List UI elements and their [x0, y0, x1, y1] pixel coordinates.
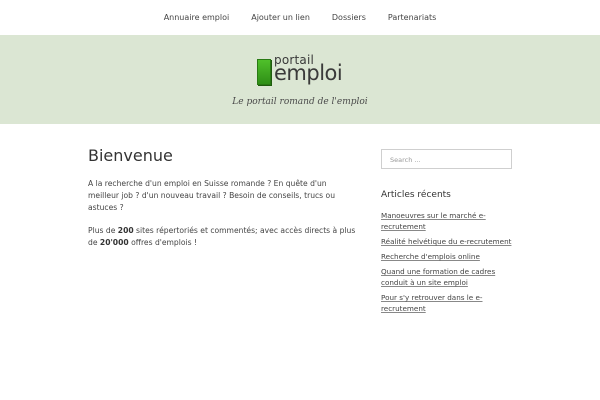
list-item: Quand une formation de cadres conduit à …	[381, 266, 512, 288]
stats-offers-count: 20'000	[99, 238, 129, 247]
stats-sites-count: 200	[117, 226, 134, 235]
stats-text-pre: Plus de	[88, 226, 118, 235]
nav-item-dossiers[interactable]: Dossiers	[332, 13, 366, 22]
search-input[interactable]: Search ...	[381, 149, 512, 169]
recent-article-link[interactable]: Manoeuvres sur le marché e-recrutement	[381, 211, 486, 231]
recent-articles-list: Manoeuvres sur le marché e-recrutement R…	[381, 210, 512, 314]
nav-item-annuaire-emploi[interactable]: Annuaire emploi	[164, 13, 230, 22]
sidebar: Search ... Articles récents Manoeuvres s…	[381, 149, 512, 318]
top-navigation: Annuaire emploi Ajouter un lien Dossiers…	[0, 0, 600, 35]
nav-item-ajouter-un-lien[interactable]: Ajouter un lien	[251, 13, 310, 22]
recent-articles-title: Articles récents	[381, 190, 451, 200]
logo-text: portail emploi	[274, 54, 343, 85]
intro-paragraph: A la recherche d'un emploi en Suisse rom…	[88, 179, 336, 212]
recent-article-link[interactable]: Pour s'y retrouver dans le e-recrutement	[381, 293, 483, 313]
main-content: Bienvenue A la recherche d'un emploi en …	[88, 146, 358, 249]
list-item: Réalité helvétique du e-recrutement	[381, 236, 512, 247]
list-item: Recherche d'emplois online	[381, 251, 512, 262]
stats-paragraph: Plus de 200 sites répertoriés et comment…	[88, 225, 358, 249]
list-item: Pour s'y retrouver dans le e-recrutement	[381, 292, 512, 314]
logo-text-bottom: emploi	[274, 61, 343, 85]
page-title: Bienvenue	[88, 146, 173, 165]
list-item: Manoeuvres sur le marché e-recrutement	[381, 210, 512, 232]
site-header: portail emploi Le portail romand de l'em…	[0, 35, 600, 124]
nav-item-partenariats[interactable]: Partenariats	[388, 13, 436, 22]
stats-text-post: offres d'emplois !	[128, 238, 198, 247]
site-tagline: Le portail romand de l'emploi	[232, 97, 368, 107]
recent-article-link[interactable]: Réalité helvétique du e-recrutement	[381, 237, 511, 246]
site-logo[interactable]: portail emploi	[257, 54, 343, 85]
logo-square-icon	[257, 59, 271, 85]
recent-article-link[interactable]: Quand une formation de cadres conduit à …	[381, 267, 495, 287]
recent-article-link[interactable]: Recherche d'emplois online	[381, 252, 480, 261]
